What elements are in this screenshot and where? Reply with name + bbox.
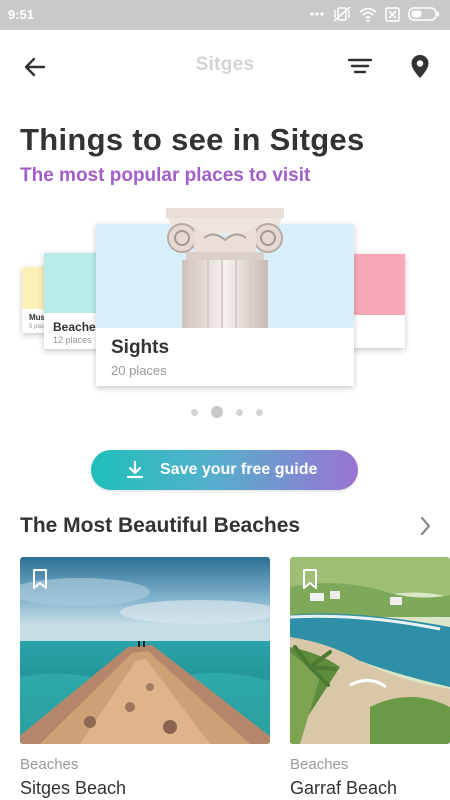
card-name: Sights: [111, 337, 170, 358]
vibrate-off-icon: [333, 6, 351, 22]
section-see-all-button[interactable]: [414, 514, 438, 538]
wifi-icon: [359, 7, 377, 22]
card-name: Beache: [53, 320, 96, 334]
map-button[interactable]: [403, 50, 437, 84]
chevron-right-icon: [420, 516, 431, 536]
beach-category: Beaches: [290, 756, 349, 773]
app-title: Sitges: [195, 54, 255, 75]
back-arrow-icon: [24, 57, 46, 77]
back-button[interactable]: [18, 50, 52, 84]
more-dots-icon: [310, 12, 324, 16]
bookmark-icon[interactable]: [32, 569, 48, 589]
save-guide-button[interactable]: Save your free guide: [91, 450, 358, 490]
beach-category: Beaches: [20, 756, 79, 773]
column-capital-image: [166, 208, 284, 328]
pagination-dot[interactable]: [191, 408, 198, 416]
sitges-beach-photo: [20, 557, 270, 744]
bookmark-icon[interactable]: [302, 569, 318, 589]
section-title: The Most Beautiful Beaches: [20, 514, 301, 537]
status-icons: [309, 6, 440, 22]
beach-card-sitges[interactable]: Beaches Sitges Beach: [20, 557, 270, 800]
page-title: Things to see in Sitges: [20, 122, 365, 157]
pagination-dot[interactable]: [236, 408, 243, 416]
save-guide-label: Save your free guide: [160, 461, 318, 478]
card-count: 12 places: [53, 335, 92, 345]
carousel-pagination: [191, 406, 276, 418]
category-card-sights[interactable]: Sights 20 places: [96, 208, 354, 386]
app-bar: Sitges: [0, 30, 450, 102]
card-name: Mus: [29, 313, 45, 322]
pagination-dot-active[interactable]: [211, 406, 223, 418]
card-count: 20 places: [111, 363, 167, 378]
download-icon: [126, 460, 144, 479]
map-pin-icon: [411, 55, 429, 78]
filter-button[interactable]: [343, 50, 377, 84]
sim-off-icon: [385, 6, 400, 22]
pagination-dot[interactable]: [256, 408, 263, 416]
beach-photo: [20, 557, 270, 744]
filter-icon: [347, 58, 373, 74]
battery-icon: [408, 7, 439, 21]
beach-name: Sitges Beach: [20, 778, 127, 798]
status-bar: 9:51: [0, 0, 450, 30]
card-image: [96, 208, 354, 328]
page-subtitle: The most popular places to visit: [20, 165, 311, 186]
status-time: 9:51: [8, 7, 35, 22]
beach-name: Garraf Beach: [290, 778, 398, 798]
beach-card-garraf[interactable]: Beaches Garraf Beach: [290, 557, 450, 800]
